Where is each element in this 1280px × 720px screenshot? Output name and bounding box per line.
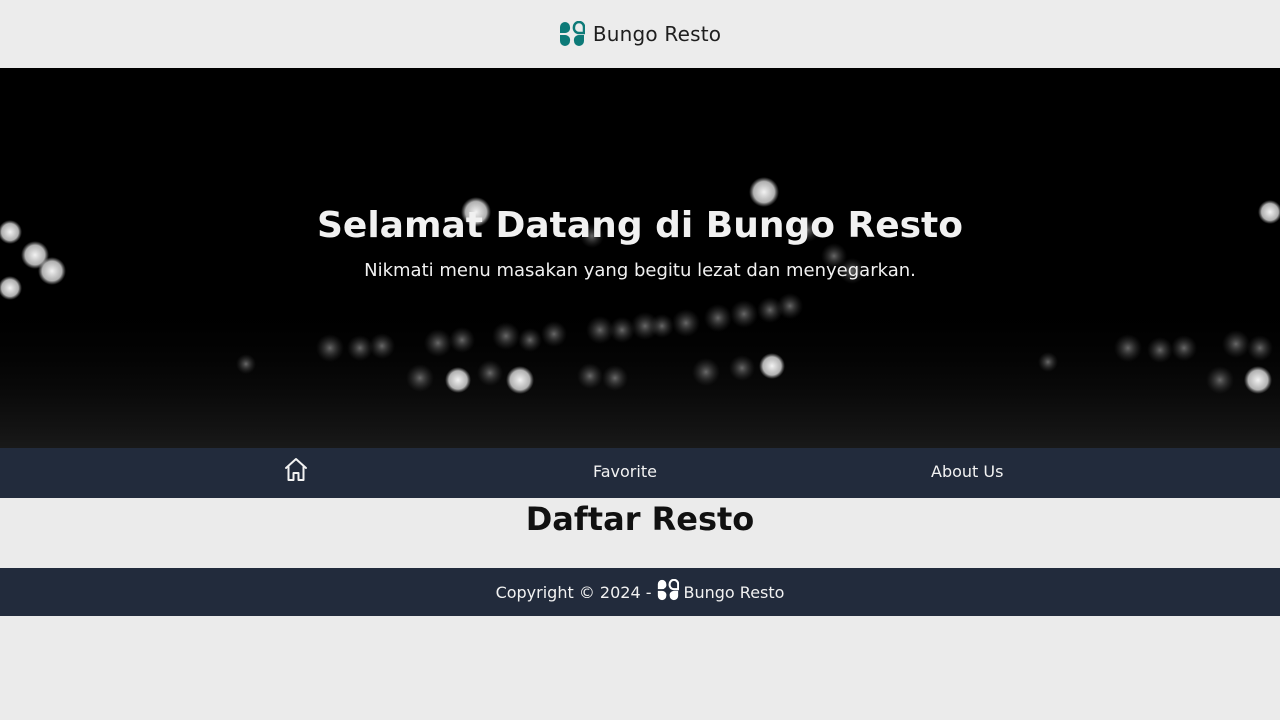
section-title: Daftar Resto bbox=[525, 500, 755, 538]
main-navigation: Favorite About Us bbox=[0, 448, 1280, 498]
main-content: Daftar Resto bbox=[0, 498, 1280, 568]
clover-logo-icon bbox=[559, 21, 585, 47]
home-icon bbox=[283, 458, 309, 486]
nav-about-link[interactable]: About Us bbox=[931, 462, 1003, 481]
nav-favorite-link[interactable]: Favorite bbox=[593, 462, 657, 481]
footer-brand: Bungo Resto bbox=[683, 582, 785, 602]
nav-home-link[interactable] bbox=[283, 456, 309, 486]
hero-banner: Selamat Datang di Bungo Resto Nikmati me… bbox=[0, 68, 1280, 448]
footer: Copyright © 2024 - Bungo Resto bbox=[0, 568, 1280, 616]
hero-content: Selamat Datang di Bungo Resto Nikmati me… bbox=[0, 68, 1280, 448]
brand-title[interactable]: Bungo Resto bbox=[593, 22, 721, 46]
footer-copyright: Copyright © 2024 - bbox=[495, 582, 652, 602]
footer-logo-icon bbox=[657, 578, 679, 605]
hero-title: Selamat Datang di Bungo Resto bbox=[316, 205, 963, 246]
app-header: Bungo Resto bbox=[0, 0, 1280, 68]
hero-subtitle: Nikmati menu masakan yang begitu lezat d… bbox=[364, 260, 916, 281]
